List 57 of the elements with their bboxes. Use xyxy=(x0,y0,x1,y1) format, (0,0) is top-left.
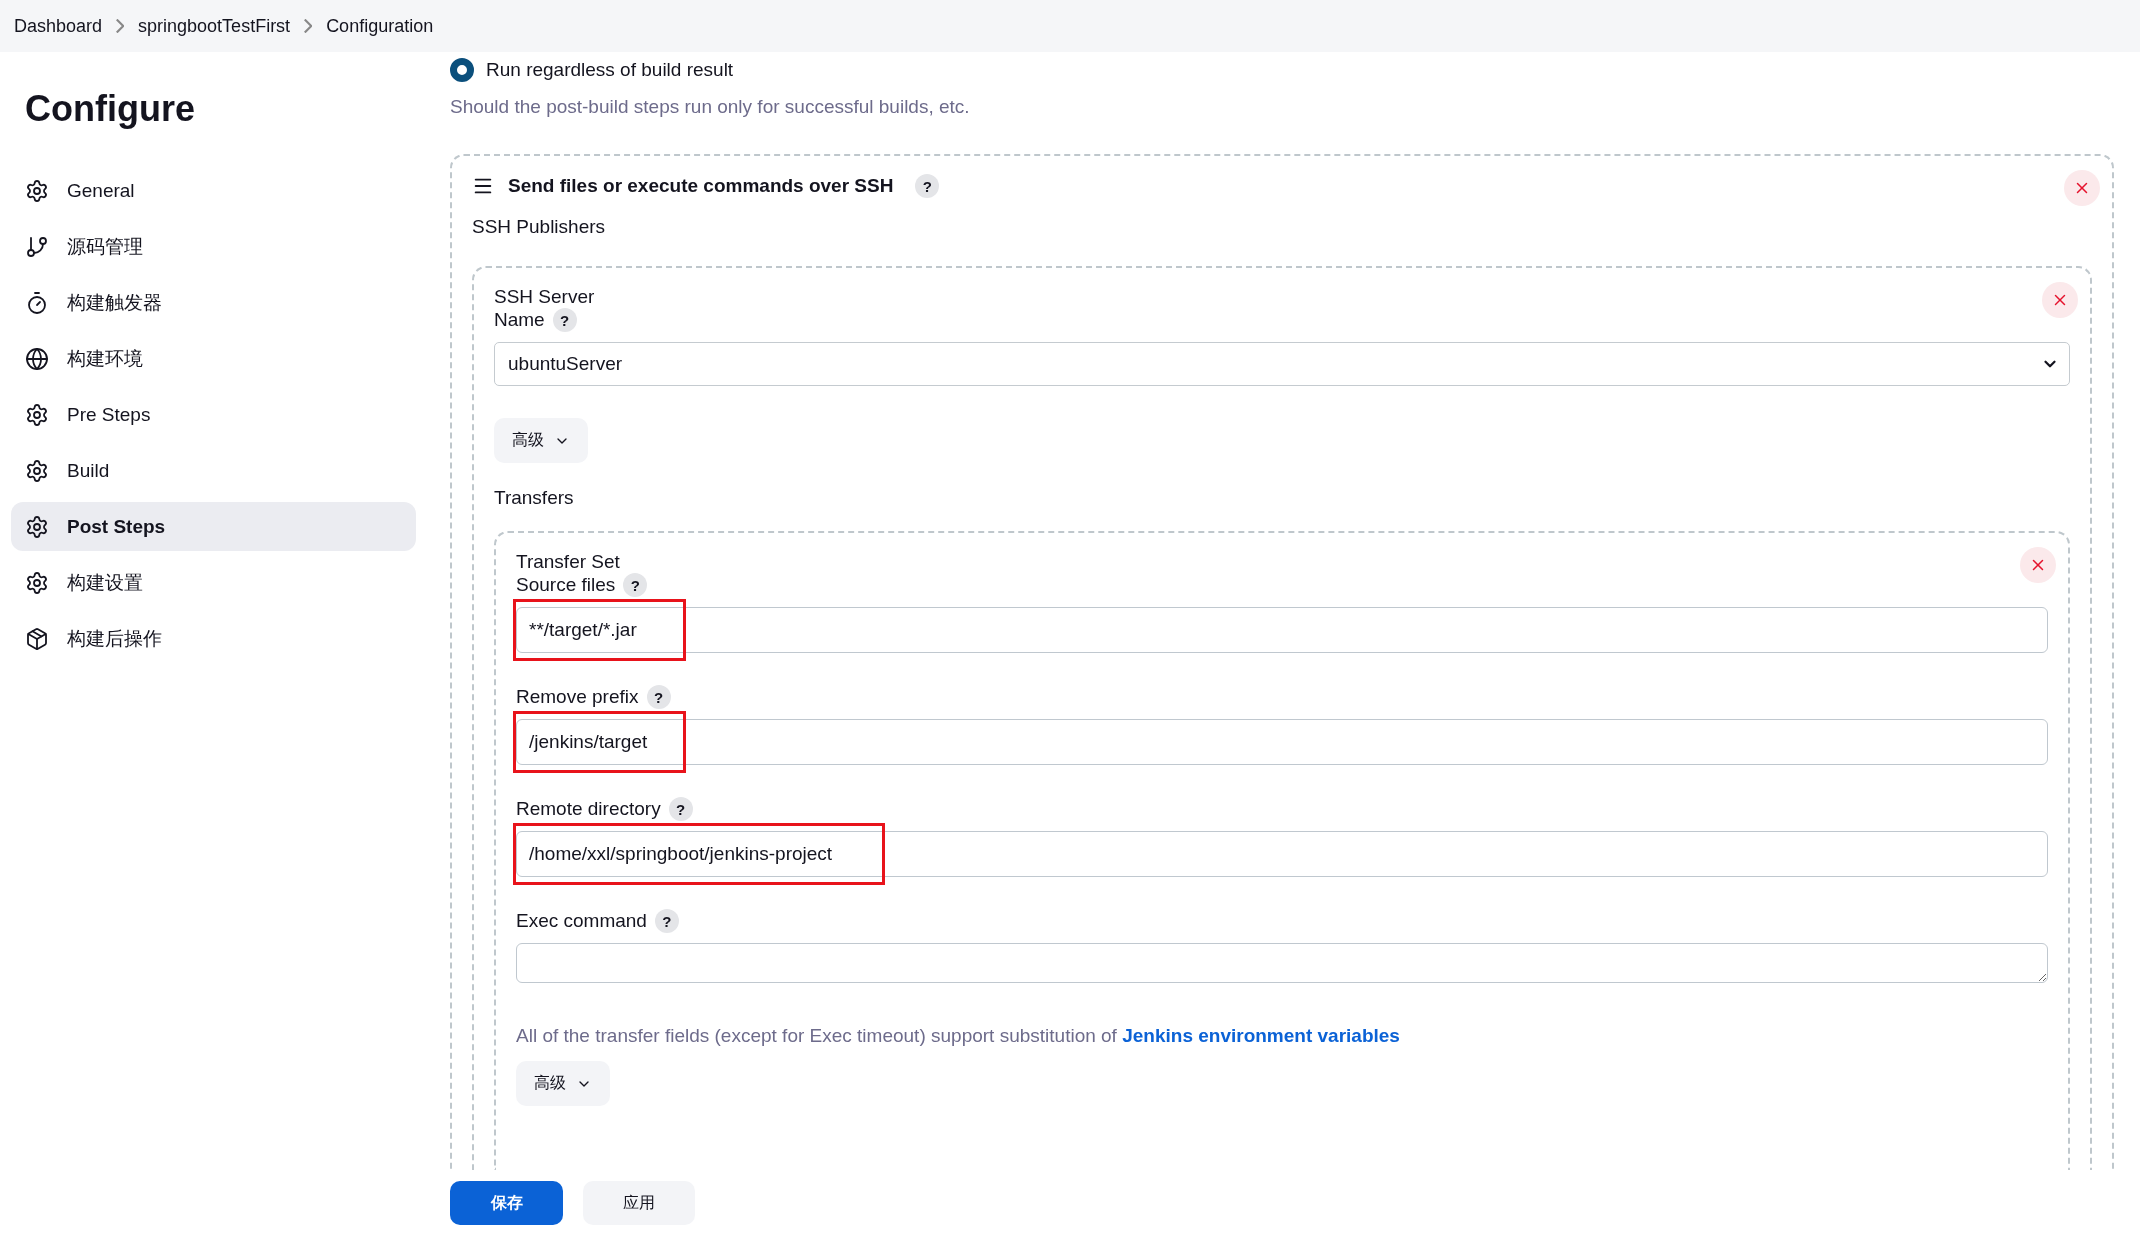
sidebar-item[interactable]: Build xyxy=(11,446,416,495)
field-label: Name xyxy=(494,309,545,331)
advanced-button[interactable]: 高级 xyxy=(494,418,588,463)
gear-icon xyxy=(25,402,49,427)
server-heading: SSH Server xyxy=(494,286,595,308)
description-text: Should the post-build steps run only for successful builds, etc. xyxy=(450,96,971,118)
help-button[interactable]: ? xyxy=(552,308,577,332)
help-button[interactable]: ? xyxy=(668,797,693,821)
help-note: All of the transfer fields (except for Exec timeout) support substitution of Jenkins environment variables xyxy=(516,1025,1401,1047)
gear-icon xyxy=(25,178,49,203)
chevron-right-icon xyxy=(116,19,125,33)
field-label: Exec command xyxy=(516,910,647,932)
close-button[interactable] xyxy=(2042,282,2078,318)
sidebar-item[interactable]: 构建后操作 xyxy=(11,614,416,663)
input-field[interactable]: /jenkins/target xyxy=(516,719,2048,765)
field-label: Remove prefix xyxy=(516,686,639,708)
section-subtitle: SSH Publishers xyxy=(472,216,606,238)
radio-button[interactable] xyxy=(450,58,474,82)
save-button[interactable]: 保存 xyxy=(450,1181,563,1225)
globe-icon xyxy=(25,346,49,371)
package-icon xyxy=(25,626,49,651)
advanced-button[interactable]: 高级 xyxy=(516,1061,610,1106)
transfer-set-heading: Transfer Set xyxy=(516,551,620,573)
chevron-right-icon xyxy=(304,19,313,33)
field-label: Remote directory xyxy=(516,798,661,820)
input-field[interactable]: /home/xxl/springboot/jenkins-project xyxy=(516,831,2048,877)
help-button[interactable]: ? xyxy=(915,174,940,198)
apply-button[interactable]: 应用 xyxy=(583,1181,695,1225)
sidebar-item[interactable]: 构建设置 xyxy=(11,558,416,607)
input-field[interactable]: **/target/*.jar xyxy=(516,607,2048,653)
server-select[interactable]: ubuntuServer xyxy=(494,342,2070,386)
help-button[interactable]: ? xyxy=(646,685,671,709)
help-button[interactable]: ? xyxy=(623,573,648,597)
gear-icon xyxy=(25,458,49,483)
branch-icon xyxy=(25,234,49,259)
sidebar-item[interactable]: 源码管理 xyxy=(11,222,416,271)
field-label: Source files xyxy=(516,574,616,596)
breadcrumb-link[interactable]: springbootTestFirst xyxy=(138,15,291,37)
env-variables-link[interactable]: Jenkins environment variables xyxy=(1122,1025,1400,1046)
sidebar-item[interactable]: General xyxy=(11,166,416,215)
close-button[interactable] xyxy=(2064,170,2100,206)
help-button[interactable]: ? xyxy=(654,909,679,933)
breadcrumb-link[interactable]: Dashboard xyxy=(14,15,103,37)
breadcrumb-link[interactable]: Configuration xyxy=(326,15,434,37)
sidebar-item[interactable]: 构建环境 xyxy=(11,334,416,383)
exec-command-field[interactable] xyxy=(516,943,2048,983)
gear-icon xyxy=(25,570,49,595)
sidebar-item[interactable]: 构建触发器 xyxy=(11,278,416,327)
sidebar-item[interactable]: Pre Steps xyxy=(11,390,416,439)
clock-icon xyxy=(25,290,49,315)
sidebar-item[interactable]: Post Steps xyxy=(11,502,416,551)
gear-icon xyxy=(25,514,49,539)
transfers-label: Transfers xyxy=(494,487,574,509)
close-button[interactable] xyxy=(2020,547,2056,583)
page-title: Configure xyxy=(25,88,196,130)
section-title: Send files or execute commands over SSH xyxy=(508,175,894,197)
radio-label: Run regardless of build result xyxy=(486,59,734,81)
